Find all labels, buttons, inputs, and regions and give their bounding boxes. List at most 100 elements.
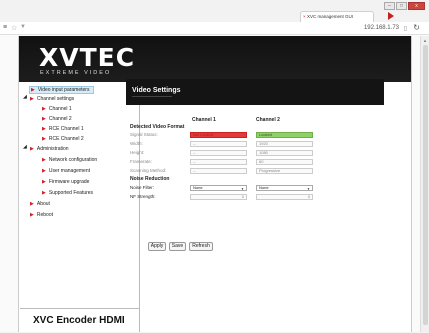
minimize-button[interactable]: –	[384, 2, 395, 10]
arrow-icon: ▶	[42, 136, 46, 142]
star-icon[interactable]: ☆	[11, 24, 17, 32]
scroll-up-icon[interactable]: ▲	[423, 38, 427, 43]
framerate-ch2: 60	[256, 159, 313, 165]
arrow-icon: ▶	[30, 96, 34, 102]
arrow-icon: ▶	[30, 201, 34, 207]
maximize-button[interactable]: □	[396, 2, 407, 10]
tab-logo-icon	[388, 12, 394, 20]
sidebar-item-label: Firmware upgrade	[48, 179, 90, 185]
sidebar: ▶ Video input parameters ◢ ▶ Channel setti…	[20, 82, 140, 332]
refresh-button[interactable]: Refresh	[189, 242, 213, 251]
detected-format-heading: Detected Video Format	[130, 124, 185, 130]
arrow-icon: ▶	[30, 212, 34, 218]
sidebar-item-video-input-parameters[interactable]: ▶ Video input parameters	[29, 86, 95, 94]
width-label: Width:	[130, 141, 143, 146]
browser-tab[interactable]: × XVC management GUI	[300, 11, 374, 22]
sidebar-item-channel-1[interactable]: ▶ Channel 1	[42, 106, 72, 112]
noise-filter-label: Noise Filter:	[130, 185, 155, 190]
noise-filter-ch2-value: None	[259, 185, 269, 190]
sidebar-item-label: About	[36, 201, 50, 207]
height-label: Height:	[130, 150, 145, 155]
page-header: XVTEC EXTREME VIDEO	[19, 36, 411, 82]
tab-title: XVC management GUI	[307, 14, 354, 19]
sidebar-item-rce-channel-1[interactable]: ▶ RCE Channel 1	[42, 126, 84, 132]
navigation-bar: ≡ ☆ ▼ 192.168.1.73 ▯ ↻	[0, 22, 429, 35]
nf-strength-ch2-input[interactable]: 0	[256, 194, 313, 200]
channel-1-header: Channel 1	[192, 117, 216, 123]
noise-filter-ch1-value: None	[193, 185, 203, 190]
page-icon[interactable]: ▯	[404, 25, 407, 32]
sidebar-item-label: RCE Channel 1	[48, 126, 84, 132]
sidebar-item-label: Network configuration	[48, 157, 98, 163]
save-button[interactable]: Save	[169, 242, 186, 251]
menu-icon[interactable]: ≡	[3, 24, 7, 31]
noise-reduction-heading: Noise Reduction	[130, 176, 170, 182]
arrow-icon: ▶	[42, 168, 46, 174]
sidebar-item-label: Administration	[36, 146, 69, 152]
reload-icon[interactable]: ↻	[413, 23, 420, 32]
height-ch1: --	[190, 150, 247, 156]
brand-logo: XVTEC	[39, 43, 136, 72]
browser-window: × XVC management GUI – □ x ≡ ☆ ▼ 192.168…	[0, 0, 429, 332]
close-button[interactable]: x	[408, 2, 425, 10]
scanning-method-label: Scanning Method:	[130, 168, 167, 173]
sidebar-item-channel-settings[interactable]: ◢ ▶ Channel settings	[23, 94, 75, 102]
chevron-down-icon: ▼	[307, 187, 310, 191]
sidebar-item-reboot[interactable]: ▶ Reboot	[30, 212, 53, 218]
arrow-icon: ▶	[42, 179, 46, 185]
nf-strength-label: NF Strength:	[130, 194, 156, 199]
sidebar-item-rce-channel-2[interactable]: ▶ RCE Channel 2	[42, 136, 84, 142]
signal-status-label: Signal Status:	[130, 132, 158, 137]
signal-status-ch2: Locked	[256, 132, 313, 138]
apply-button[interactable]: Apply	[148, 242, 166, 251]
framerate-ch1: --	[190, 159, 247, 165]
arrow-icon: ▶	[30, 146, 34, 152]
sidebar-item-firmware-upgrade[interactable]: ▶ Firmware upgrade	[42, 179, 89, 185]
address-bar[interactable]: 192.168.1.73	[364, 25, 399, 31]
height-ch2: 1080	[256, 150, 313, 156]
expand-icon[interactable]: ◢	[23, 94, 27, 100]
arrow-icon: ▶	[42, 116, 46, 122]
funnel-icon[interactable]: ▼	[20, 24, 26, 30]
window-controls: – □ x	[383, 2, 425, 11]
channel-2-header: Channel 2	[256, 117, 280, 123]
sidebar-item-label: Channel 1	[48, 106, 72, 112]
video-settings-panel: Channel 1 Channel 2 Detected Video Forma…	[126, 105, 384, 295]
title-underline	[132, 96, 172, 97]
sidebar-item-user-management[interactable]: ▶ User management	[42, 168, 90, 174]
product-name: XVC Encoder HDMI	[20, 308, 139, 332]
brand-tagline: EXTREME VIDEO	[40, 70, 112, 76]
chevron-down-icon: ▼	[241, 187, 244, 191]
sidebar-item-supported-features[interactable]: ▶ Supported Features	[42, 190, 93, 196]
sidebar-item-label: Channel 2	[48, 116, 72, 122]
tab-close-icon[interactable]: ×	[303, 12, 306, 22]
sidebar-item-label: RCE Channel 2	[48, 136, 84, 142]
arrow-icon: ▶	[42, 190, 46, 196]
arrow-icon: ▶	[42, 157, 46, 163]
framerate-label: Framerate:	[130, 159, 153, 164]
scanning-method-ch2: Progressive	[256, 168, 313, 174]
arrow-icon: ▶	[42, 106, 46, 112]
sidebar-item-label: Reboot	[36, 212, 53, 218]
sidebar-item-label: Channel settings	[36, 96, 75, 102]
arrow-icon: ▶	[42, 126, 46, 132]
noise-filter-ch2-select[interactable]: None ▼	[256, 185, 313, 191]
width-ch2: 1920	[256, 141, 313, 147]
title-bar: × XVC management GUI – □ x	[0, 0, 429, 22]
sidebar-item-label: Supported Features	[48, 190, 94, 196]
scroll-thumb[interactable]	[423, 45, 428, 325]
page-title: Video Settings	[132, 87, 181, 94]
noise-filter-ch1-select[interactable]: None ▼	[190, 185, 247, 191]
sidebar-item-administration[interactable]: ◢ ▶ Administration	[23, 144, 69, 152]
vertical-scrollbar[interactable]: ▲	[420, 36, 429, 332]
video-settings-header: Video Settings	[126, 79, 384, 105]
width-ch1: --	[190, 141, 247, 147]
nf-strength-ch1-input[interactable]: 0	[190, 194, 247, 200]
scanning-method-ch1: --	[190, 168, 247, 174]
sidebar-item-network-configuration[interactable]: ▶ Network configuration	[42, 157, 97, 163]
signal-status-ch1: Not Locked	[190, 132, 247, 138]
sidebar-item-about[interactable]: ▶ About	[30, 201, 50, 207]
expand-icon[interactable]: ◢	[23, 144, 27, 150]
arrow-icon: ▶	[31, 87, 35, 93]
sidebar-item-channel-2[interactable]: ▶ Channel 2	[42, 116, 72, 122]
